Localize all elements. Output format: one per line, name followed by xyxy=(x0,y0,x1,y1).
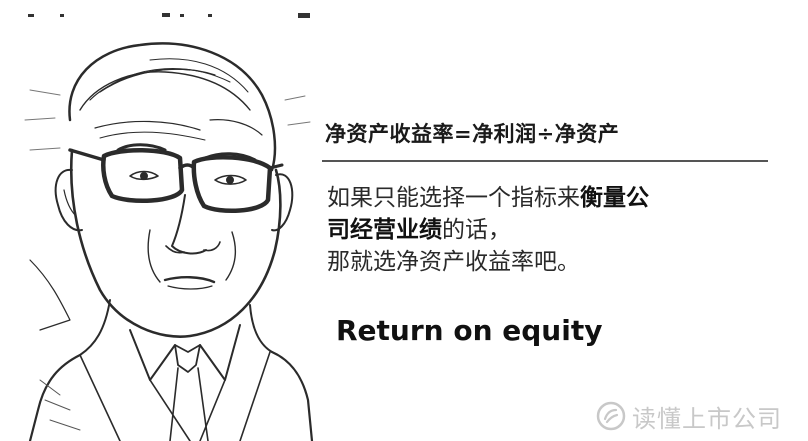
quote-line-2: 司经营业绩的话， xyxy=(327,214,757,246)
divider xyxy=(322,160,768,162)
quote-line-2-text: 的话， xyxy=(442,217,511,243)
watermark-text: 读懂上市公司 xyxy=(632,404,782,433)
portrait-sketch xyxy=(24,42,314,441)
quote-line-1-emphasis: 衡量公 xyxy=(580,185,649,211)
english-caption: Return on equity xyxy=(336,314,603,347)
watermark: 读懂上市公司 xyxy=(596,398,782,434)
watermark-logo-icon xyxy=(596,401,626,431)
quote-line-2-emphasis: 司经营业绩 xyxy=(327,217,442,243)
roe-formula: 净资产收益率=净利润÷净资产 xyxy=(325,121,620,146)
quote-line-3: 那就选净资产收益率吧。 xyxy=(327,249,580,275)
quote-line-1: 如果只能选择一个指标来衡量公 xyxy=(327,182,757,214)
quote-line-1-text: 如果只能选择一个指标来 xyxy=(327,185,580,211)
quote-text: 如果只能选择一个指标来衡量公 司经营业绩的话， 那就选净资产收益率吧。 xyxy=(327,182,757,278)
